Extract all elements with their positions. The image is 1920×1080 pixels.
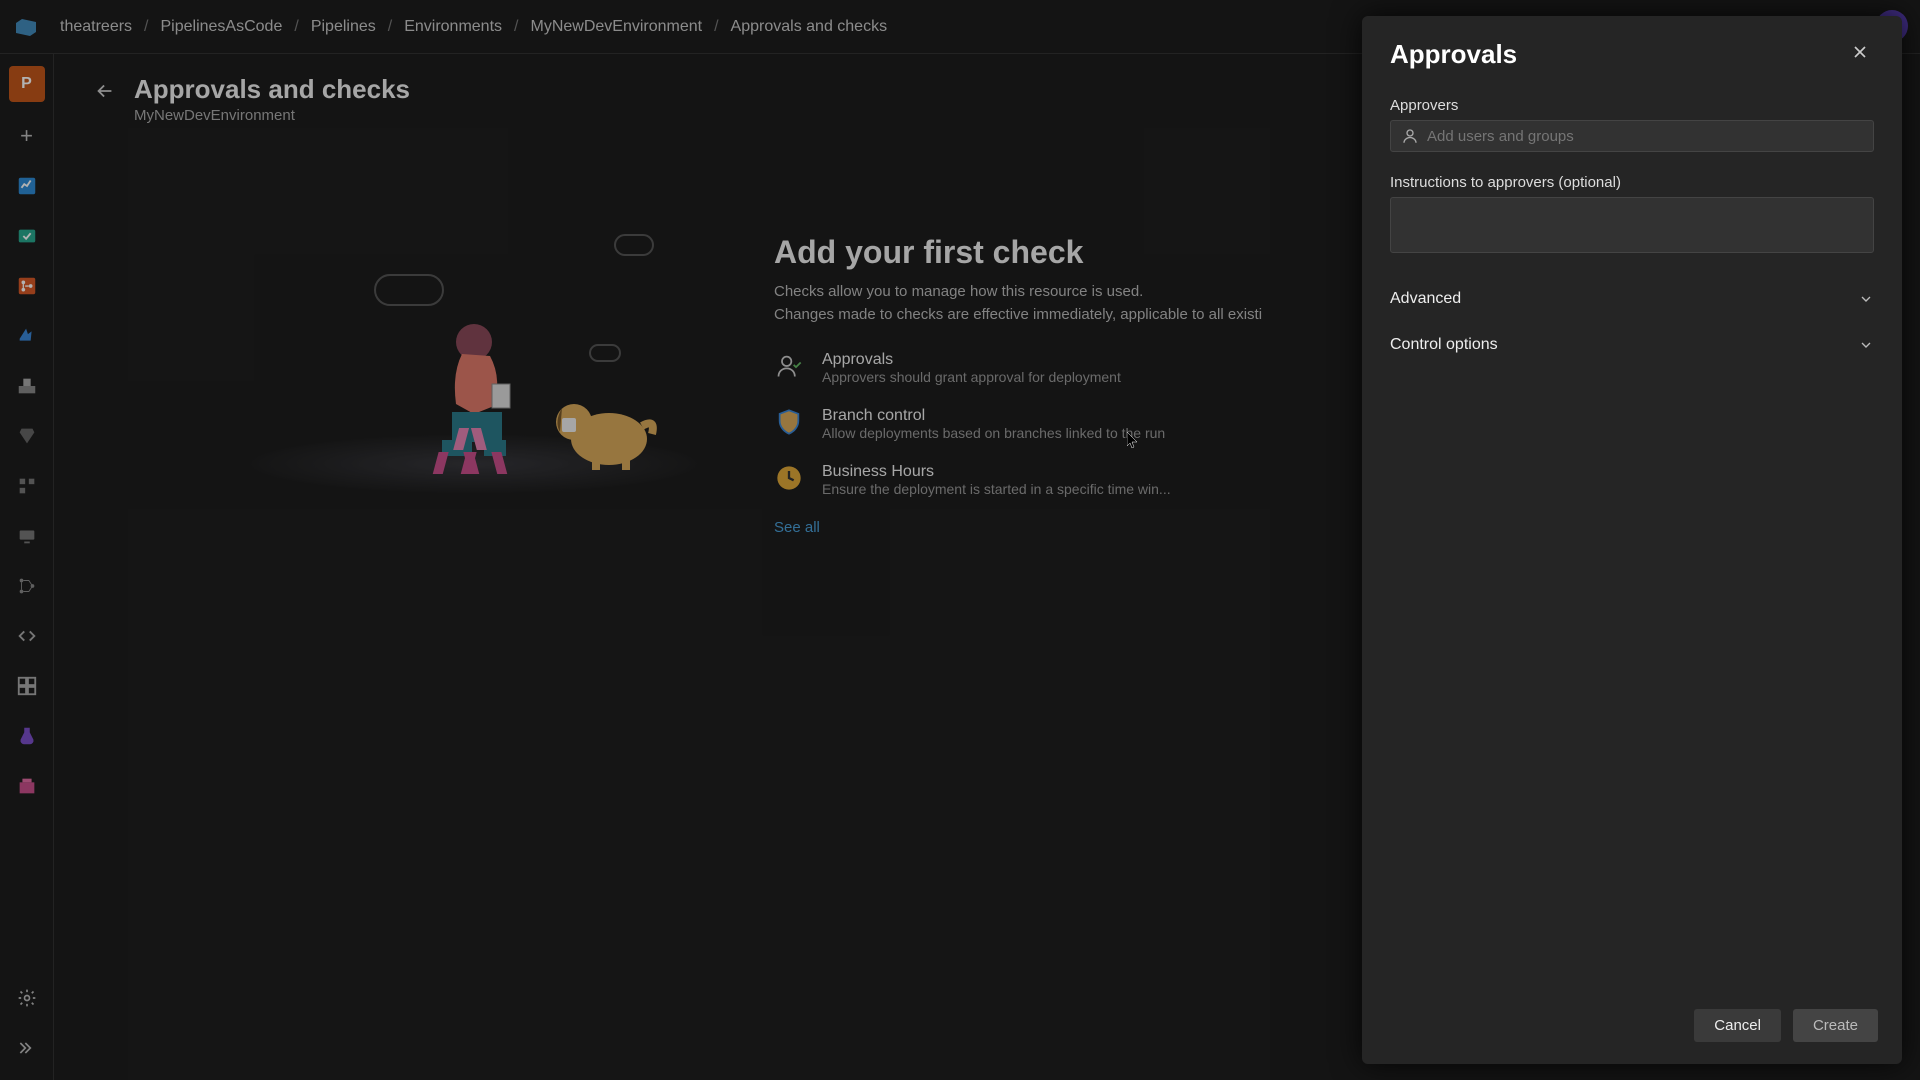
- approvers-input[interactable]: [1427, 128, 1863, 145]
- expander-label: Control options: [1390, 336, 1498, 354]
- panel-title: Approvals: [1390, 39, 1517, 70]
- cancel-button[interactable]: Cancel: [1694, 1009, 1781, 1042]
- create-button[interactable]: Create: [1793, 1009, 1878, 1042]
- approvals-panel: Approvals Approvers Instructions to appr…: [1362, 16, 1902, 1064]
- instructions-textarea[interactable]: [1390, 197, 1874, 253]
- person-icon: [1401, 127, 1419, 145]
- advanced-expander[interactable]: Advanced: [1390, 276, 1874, 322]
- approvers-label: Approvers: [1390, 97, 1874, 114]
- expander-label: Advanced: [1390, 290, 1461, 308]
- chevron-down-icon: [1858, 337, 1874, 353]
- instructions-label: Instructions to approvers (optional): [1390, 174, 1874, 191]
- close-button[interactable]: [1846, 38, 1874, 71]
- control-options-expander[interactable]: Control options: [1390, 322, 1874, 368]
- approvers-input-wrapper[interactable]: [1390, 120, 1874, 152]
- chevron-down-icon: [1858, 291, 1874, 307]
